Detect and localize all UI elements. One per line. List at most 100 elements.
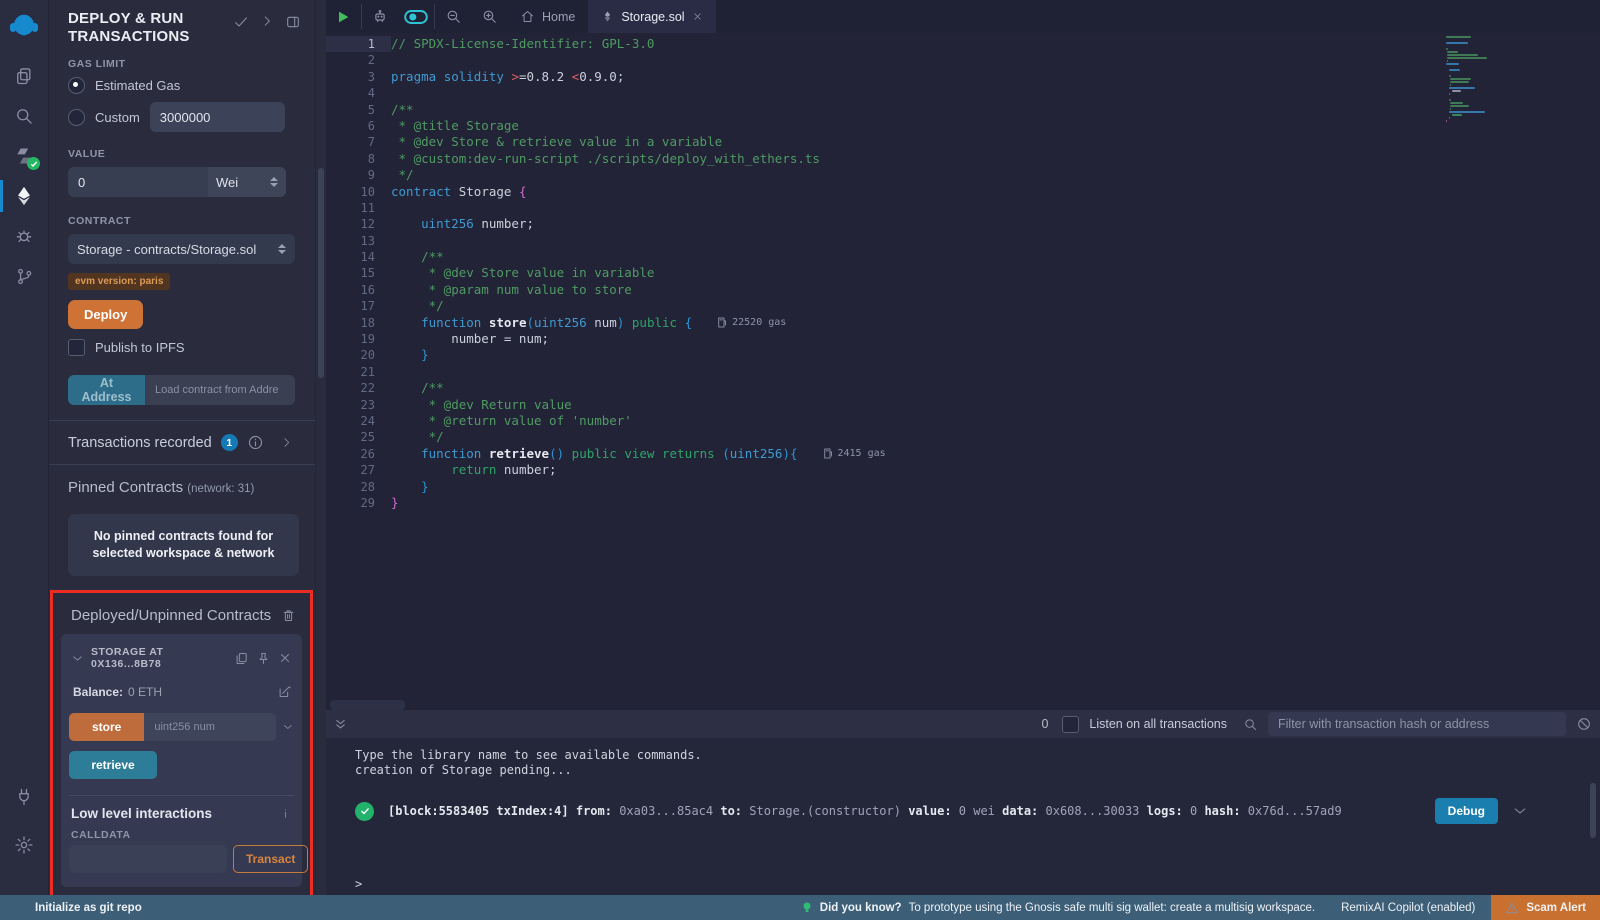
- code-line: 15 * @dev Store value in variable: [325, 265, 1600, 281]
- code-line: 7 * @dev Store & retrieve value in a var…: [325, 134, 1600, 150]
- at-address-button[interactable]: At Address: [68, 375, 145, 405]
- terminal-line: Type the library name to see available c…: [355, 748, 1600, 763]
- value-input[interactable]: [68, 167, 208, 197]
- terminal-line: creation of Storage pending...: [355, 763, 1600, 778]
- low-level-interactions-title: Low level interactions: [71, 806, 279, 821]
- debug-button[interactable]: Debug: [1435, 798, 1498, 824]
- info-i-icon[interactable]: [279, 807, 292, 820]
- sidebar-item-search[interactable]: [0, 96, 48, 136]
- sidebar-item-git[interactable]: [0, 256, 48, 296]
- collapse-chevron-icon[interactable]: [71, 652, 84, 665]
- line-number: 23: [325, 397, 391, 413]
- zoom-out-button[interactable]: [435, 0, 471, 33]
- line-number: 10: [325, 184, 391, 200]
- pinned-contracts-title: Pinned Contracts (network: 31): [68, 479, 299, 496]
- expand-icon[interactable]: [260, 14, 274, 28]
- zoom-in-button[interactable]: [471, 0, 507, 33]
- copilot-status[interactable]: RemixAI Copilot (enabled): [1341, 902, 1475, 914]
- transaction-filter-input[interactable]: [1268, 712, 1566, 736]
- line-number: 16: [325, 282, 391, 298]
- value-unit-select[interactable]: Wei: [208, 167, 286, 197]
- code-line: 28 }: [325, 479, 1600, 495]
- transactions-recorded-row[interactable]: Transactions recorded 1: [48, 421, 315, 464]
- git-branch-icon: [15, 267, 34, 286]
- editor-hscrollbar[interactable]: [330, 700, 405, 710]
- transact-button[interactable]: Transact: [233, 845, 308, 873]
- zoom-in-icon: [481, 8, 498, 25]
- line-number: 5: [325, 102, 391, 118]
- terminal-body[interactable]: Type the library name to see available c…: [325, 738, 1600, 905]
- custom-gas-input[interactable]: [150, 102, 285, 132]
- minimap[interactable]: [1446, 36, 1512, 123]
- store-arg-input[interactable]: [144, 713, 276, 741]
- estimated-gas-label: Estimated Gas: [95, 78, 180, 93]
- ai-assistant-button[interactable]: [362, 0, 398, 33]
- panel-scrollbar[interactable]: [315, 0, 326, 895]
- close-icon[interactable]: [278, 651, 292, 665]
- plug-icon: [14, 787, 34, 807]
- chevron-right-icon[interactable]: [280, 436, 293, 449]
- code-line: 20 }: [325, 347, 1600, 363]
- calldata-input[interactable]: [69, 845, 227, 873]
- close-tab-icon[interactable]: [692, 11, 703, 22]
- sidebar-item-solidity-compiler[interactable]: [0, 136, 48, 176]
- sidebar-item-debugger[interactable]: [0, 216, 48, 256]
- pinned-empty-message: No pinned contracts found forselected wo…: [68, 514, 299, 576]
- tab-home[interactable]: Home: [507, 0, 588, 33]
- at-address-input[interactable]: [145, 375, 295, 405]
- git-init-button[interactable]: Initialize as git repo: [35, 902, 142, 914]
- code-line: 27 return number;: [325, 462, 1600, 478]
- gas-estimate-badge[interactable]: 22520 gas: [718, 315, 786, 331]
- run-script-button[interactable]: [325, 0, 361, 33]
- warning-triangle-icon: [1505, 901, 1519, 915]
- publish-ipfs-checkbox[interactable]: [68, 339, 85, 356]
- status-bar: Initialize as git repo Did you know? To …: [0, 895, 1600, 920]
- sidebar-item-file-explorer[interactable]: [0, 56, 48, 96]
- evm-version-badge: evm version: paris: [68, 273, 170, 290]
- info-icon: [247, 434, 264, 451]
- clear-console-icon[interactable]: [1576, 716, 1592, 732]
- copy-icon[interactable]: [234, 651, 249, 666]
- code-line: 9 */: [325, 167, 1600, 183]
- copilot-toggle[interactable]: [398, 0, 434, 33]
- terminal-prompt[interactable]: >: [355, 877, 362, 891]
- expand-log-chevron-icon[interactable]: [1512, 803, 1528, 819]
- code-line: 4: [325, 85, 1600, 101]
- custom-gas-radio[interactable]: [68, 109, 85, 126]
- transaction-log-text[interactable]: [block:5583405 txIndex:4] from: 0xa03...…: [388, 804, 1342, 818]
- code-editor[interactable]: 1// SPDX-License-Identifier: GPL-3.023pr…: [325, 33, 1600, 511]
- icon-sidebar: [0, 0, 49, 895]
- compile-success-badge: [27, 157, 40, 170]
- expand-args-chevron-icon[interactable]: [282, 720, 294, 734]
- split-view-icon[interactable]: [285, 14, 301, 30]
- gas-estimate-badge[interactable]: 2415 gas: [824, 446, 886, 462]
- transaction-log-row: [block:5583405 txIndex:4] from: 0xa03...…: [355, 798, 1600, 824]
- code-line: 22 /**: [325, 380, 1600, 396]
- publish-ipfs-label: Publish to IPFS: [95, 340, 185, 355]
- code-line: 23 * @dev Return value: [325, 397, 1600, 413]
- search-transactions-icon[interactable]: [1243, 717, 1258, 732]
- deploy-button[interactable]: Deploy: [68, 300, 143, 329]
- contract-select[interactable]: Storage - contracts/Storage.sol: [68, 234, 295, 264]
- balance-value: 0 ETH: [128, 685, 162, 699]
- sidebar-item-settings[interactable]: [0, 825, 48, 865]
- scam-alert-badge[interactable]: Scam Alert: [1491, 895, 1600, 920]
- code-line: 1// SPDX-License-Identifier: GPL-3.0: [325, 36, 1600, 52]
- sidebar-item-plugin-manager[interactable]: [0, 777, 48, 817]
- sidebar-item-deploy-and-run[interactable]: [0, 176, 48, 216]
- line-number: 18: [325, 315, 391, 331]
- tab-storage-sol[interactable]: Storage.sol: [588, 0, 715, 33]
- retrieve-function-button[interactable]: retrieve: [69, 751, 157, 779]
- trash-icon[interactable]: [281, 608, 296, 623]
- line-number: 8: [325, 151, 391, 167]
- terminal-scrollbar[interactable]: [1590, 783, 1596, 838]
- edit-balance-icon[interactable]: [277, 684, 292, 699]
- estimated-gas-radio[interactable]: [68, 77, 85, 94]
- transactions-recorded-label: Transactions recorded: [68, 435, 212, 451]
- pin-icon[interactable]: [256, 651, 271, 666]
- code-line: 16 * @param num value to store: [325, 282, 1600, 298]
- listen-all-checkbox[interactable]: [1062, 716, 1079, 733]
- store-function-button[interactable]: store: [69, 713, 144, 741]
- remix-logo[interactable]: [0, 0, 48, 56]
- collapse-terminal-icon[interactable]: [333, 717, 348, 732]
